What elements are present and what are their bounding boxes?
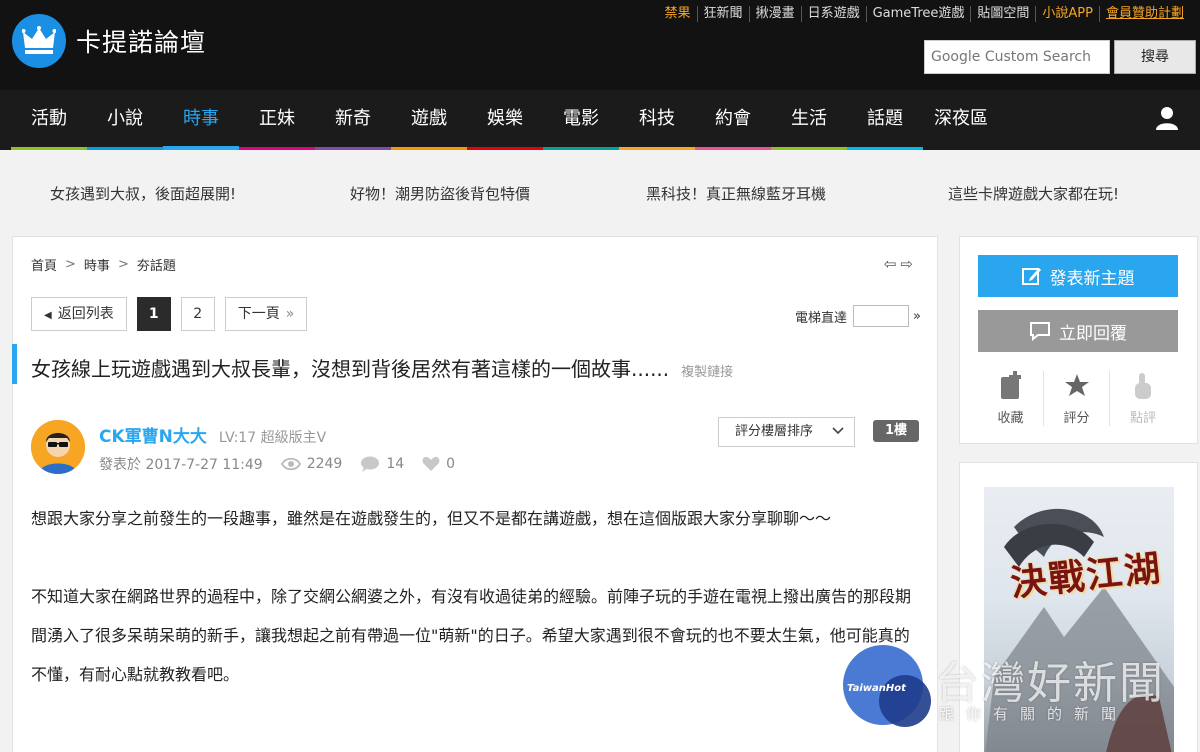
promo-link-4[interactable]: 這些卡牌遊戲大家都在玩! [948, 183, 1119, 204]
likes-stat: 0 [422, 456, 455, 472]
eye-icon [280, 457, 301, 471]
jump-page-input[interactable] [853, 305, 910, 327]
crown-icon [12, 14, 66, 68]
avatar[interactable] [31, 420, 85, 474]
double-chevron-icon: » [285, 306, 295, 322]
chevron-right-icon: > [65, 257, 76, 272]
rate-button[interactable]: 評分 [1044, 371, 1110, 426]
author-level: LV:17 超級版主V [218, 430, 327, 446]
breadcrumb-hot-topics[interactable]: 夯話題 [137, 255, 176, 274]
bookmark-add-icon [1000, 371, 1021, 399]
nav-item-7[interactable]: 電影 [543, 90, 619, 150]
toplink-japanese-games[interactable]: 日系遊戲 [800, 6, 866, 22]
jump-go-icon[interactable]: » [913, 309, 921, 324]
star-icon [1064, 374, 1089, 396]
next-page-button[interactable]: 下一頁» [224, 297, 308, 331]
top-links: 禁果 狂新聞 揪漫畫 日系遊戲 GameTree遊戲 貼圖空間 小說APP 會員… [659, 6, 1190, 22]
comment-icon [361, 456, 380, 472]
watermark-title: 台灣好新聞 [935, 658, 1165, 709]
nav-item-10[interactable]: 生活 [771, 90, 847, 150]
chevron-down-icon [832, 427, 844, 435]
heart-icon [422, 456, 440, 471]
pager: ◀ 返回列表 1 2 下一頁» [31, 297, 317, 331]
promo-link-2[interactable]: 好物！潮男防盜後背包特價 [350, 183, 530, 204]
next-thread-icon[interactable]: ⇨ [900, 255, 917, 273]
post-paragraph: 想跟大家分享之前發生的一段趣事，雖然是在遊戲發生的，但又不是都在講遊戲，想在這個… [31, 509, 832, 528]
hand-pointer-icon [1135, 373, 1151, 399]
toplink-forbidden-fruit[interactable]: 禁果 [659, 6, 697, 22]
nav-item-8[interactable]: 科技 [619, 90, 695, 150]
main-nav: 活動 小說 時事 正妹 新奇 遊戲 娛樂 電影 科技 約會 生活 話題 深夜區 [0, 90, 1200, 150]
toplink-member-sponsor[interactable]: 會員贊助計劃 [1098, 6, 1190, 22]
news-watermark: TaiwanHot 台灣好新聞 跟你有關的新聞 [843, 645, 1200, 752]
page-jump: 電梯直達 » [795, 305, 921, 327]
prev-thread-icon[interactable]: ⇦ [884, 255, 901, 273]
back-to-list-button[interactable]: ◀ 返回列表 [31, 297, 127, 331]
nav-item-5[interactable]: 遊戲 [391, 90, 467, 150]
nav-item-6[interactable]: 娛樂 [467, 90, 543, 150]
search-input[interactable]: Google Custom Search [924, 40, 1110, 74]
author-name[interactable]: CK軍曹N大大 [99, 422, 207, 447]
nav-item-4[interactable]: 新奇 [315, 90, 391, 150]
post-title: 女孩線上玩遊戲遇到大叔長輩，沒想到背後居然有著這樣的一個故事...... 複製鏈接 [31, 357, 734, 381]
chevron-right-icon: > [117, 257, 129, 272]
post-actions: 收藏 評分 點評 [978, 371, 1178, 426]
toplink-gametree[interactable]: GameTree遊戲 [865, 6, 971, 22]
page-2-button[interactable]: 2 [180, 297, 215, 331]
floor-sort-dropdown[interactable]: 評分樓層排序 [718, 417, 855, 447]
views-stat: 2249 [280, 456, 342, 472]
nav-item-2[interactable]: 時事 [163, 90, 239, 150]
post-meta: 發表於 2017-7-27 11:49 2249 14 0 [99, 454, 455, 474]
comments-stat: 14 [360, 456, 404, 472]
post-body: 想跟大家分享之前發生的一段趣事，雖然是在遊戲發生的，但又不是都在講遊戲，想在這個… [31, 499, 911, 733]
floor-badge: 1樓 [873, 420, 919, 442]
post-card: 首頁 > 時事 > 夯話題 ⇦⇨ ◀ 返回列表 1 2 下一頁» 電梯直達 » 女… [12, 236, 938, 752]
thread-nav-arrows: ⇦⇨ [884, 255, 917, 273]
caret-left-icon: ◀ [44, 310, 52, 321]
new-topic-button[interactable]: 發表新主題 [978, 255, 1178, 297]
nav-item-11[interactable]: 話題 [847, 90, 923, 150]
nav-item-9[interactable]: 約會 [695, 90, 771, 150]
comment-icon [1030, 322, 1050, 341]
post-date: 發表於 2017-7-27 11:49 [99, 457, 263, 473]
watermark-logo-text: TaiwanHot [847, 683, 906, 694]
comment-rate-button[interactable]: 點評 [1110, 371, 1176, 426]
top-bar: 卡提諾論壇 禁果 狂新聞 揪漫畫 日系遊戲 GameTree遊戲 貼圖空間 小說… [0, 0, 1200, 90]
breadcrumb-news[interactable]: 時事 [84, 255, 110, 274]
reply-button[interactable]: 立即回覆 [978, 310, 1178, 352]
toplink-crazy-news[interactable]: 狂新聞 [696, 6, 749, 22]
nav-item-3[interactable]: 正妹 [239, 90, 315, 150]
favorite-button[interactable]: 收藏 [978, 371, 1044, 426]
page-current[interactable]: 1 [136, 297, 171, 331]
promo-link-3[interactable]: 黑科技！真正無線藍牙耳機 [646, 183, 826, 204]
edit-icon [1021, 268, 1041, 285]
promo-strip: 女孩遇到大叔，後面超展開! 好物！潮男防盜後背包特價 黑科技！真正無線藍牙耳機 … [0, 150, 1200, 236]
search-button[interactable]: 搜尋 [1114, 40, 1196, 74]
breadcrumb: 首頁 > 時事 > 夯話題 [31, 255, 176, 274]
copy-link-button[interactable]: 複製鏈接 [681, 365, 733, 380]
promo-link-1[interactable]: 女孩遇到大叔，後面超展開! [50, 183, 236, 204]
nav-item-1[interactable]: 小說 [87, 90, 163, 150]
toplink-novel-app[interactable]: 小說APP [1035, 6, 1099, 22]
watermark-slogan: 跟你有關的新聞 [939, 705, 1129, 723]
author-line: CK軍曹N大大 LV:17 超級版主V [99, 422, 326, 447]
nav-item-0[interactable]: 活動 [11, 90, 87, 150]
toplink-image-space[interactable]: 貼圖空間 [970, 6, 1035, 22]
site-logo[interactable]: 卡提諾論壇 [12, 14, 206, 68]
site-name: 卡提諾論壇 [76, 28, 207, 57]
post-paragraph: 不知道大家在網路世界的過程中，除了交網公網婆之外，有沒有收過徒弟的經驗。前陣子玩… [31, 587, 912, 684]
jump-label: 電梯直達 [795, 310, 848, 326]
title-accent [12, 344, 17, 384]
user-icon[interactable] [1156, 106, 1178, 130]
toplink-comics[interactable]: 揪漫畫 [748, 6, 801, 22]
breadcrumb-home[interactable]: 首頁 [31, 255, 57, 274]
nav-item-12[interactable]: 深夜區 [923, 90, 999, 150]
action-sidebar: 發表新主題 立即回覆 收藏 評分 點評 [959, 236, 1198, 444]
